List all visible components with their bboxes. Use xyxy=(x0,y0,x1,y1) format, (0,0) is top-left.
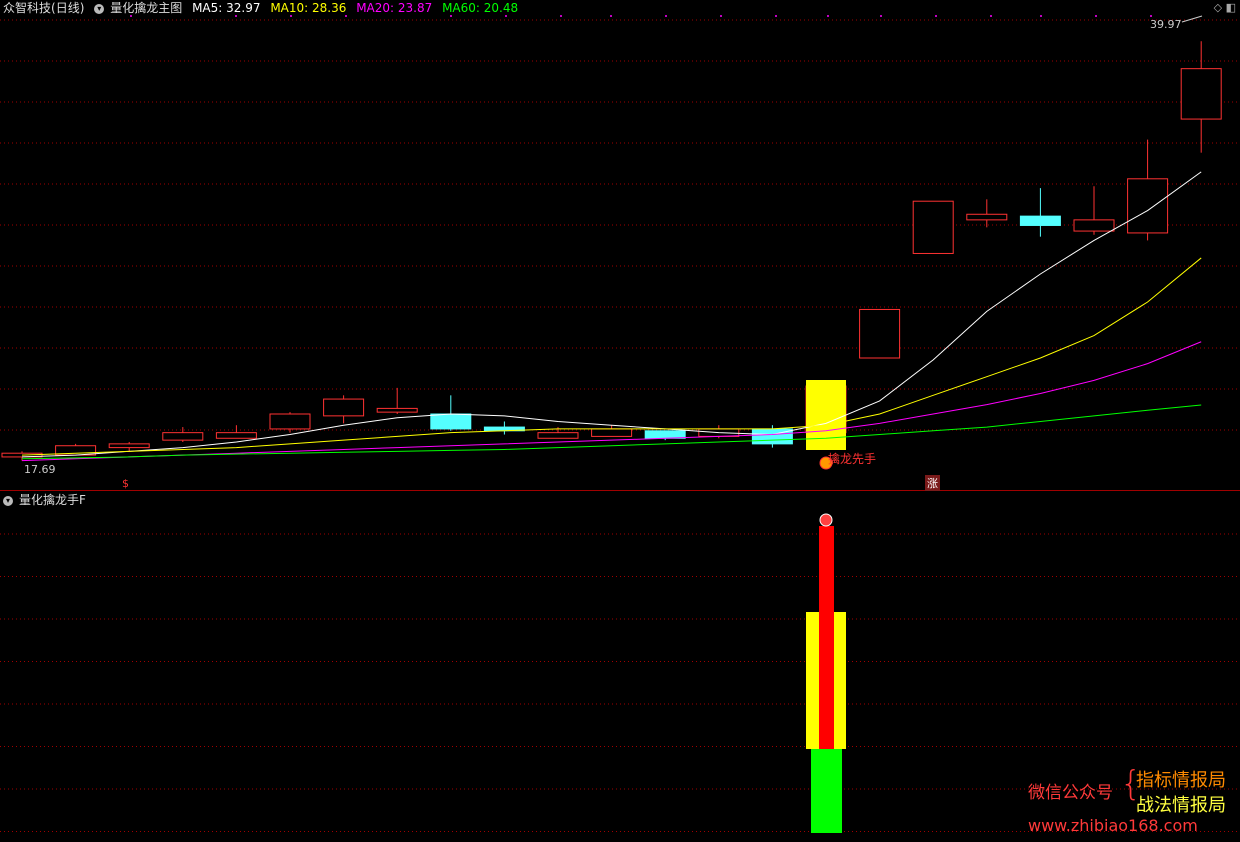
sub-signal-icon xyxy=(819,513,833,527)
candle-body xyxy=(1073,219,1115,232)
main-chart[interactable] xyxy=(0,0,1240,490)
high-price-label: 39.97 xyxy=(1150,18,1182,31)
ma-line-ma20 xyxy=(21,341,1202,462)
top-marker-dot xyxy=(235,15,237,17)
top-marker-dot xyxy=(720,15,722,17)
candle-body xyxy=(1127,178,1169,234)
top-marker-dot xyxy=(560,15,562,17)
watermark-url: www.zhibiao168.com xyxy=(1028,816,1198,835)
candle-body xyxy=(1180,68,1222,120)
sub-red-bar xyxy=(819,526,834,749)
candle-body xyxy=(376,407,418,413)
candle-body xyxy=(591,428,633,437)
candle-body xyxy=(966,213,1008,221)
top-marker-dot xyxy=(345,15,347,17)
top-marker-dot xyxy=(505,15,507,17)
candle-body xyxy=(859,308,901,359)
candle-body xyxy=(430,413,472,430)
candle-body xyxy=(215,432,257,439)
top-marker-dot xyxy=(610,15,612,17)
top-marker-dot xyxy=(990,15,992,17)
top-marker-dot xyxy=(1150,15,1152,17)
candle-body xyxy=(537,432,579,439)
top-marker-dot xyxy=(450,15,452,17)
candle-body xyxy=(912,200,954,254)
candle-body xyxy=(269,413,311,430)
watermark-line1: 指标情报局 xyxy=(1136,770,1226,791)
ma-line-ma5 xyxy=(21,171,1202,458)
top-marker-dot xyxy=(880,15,882,17)
marker-left: $ xyxy=(122,477,129,490)
top-marker-dot xyxy=(130,15,132,17)
top-marker-dot xyxy=(775,15,777,17)
top-marker-dot xyxy=(935,15,937,17)
sub-green-bar xyxy=(811,749,842,833)
candle-body xyxy=(162,432,204,441)
low-price-label: 17.69 xyxy=(24,463,56,476)
watermark-line2: 战法情报局 xyxy=(1136,795,1226,816)
top-marker-dot xyxy=(1095,15,1097,17)
watermark-left: 微信公众号 xyxy=(1028,783,1113,803)
candle-body xyxy=(644,430,686,439)
candle-body xyxy=(323,398,365,417)
high-arrow xyxy=(1181,15,1203,23)
top-marker-dot xyxy=(1040,15,1042,17)
candle-body xyxy=(1019,215,1061,226)
top-marker-dot xyxy=(665,15,667,17)
candle-body xyxy=(108,443,150,449)
top-marker-dot xyxy=(290,15,292,17)
marker-right: 涨 xyxy=(925,475,940,491)
top-marker-dot xyxy=(827,15,829,17)
signal-bar xyxy=(806,380,846,450)
signal-label: 擒龙先手 xyxy=(828,452,877,466)
